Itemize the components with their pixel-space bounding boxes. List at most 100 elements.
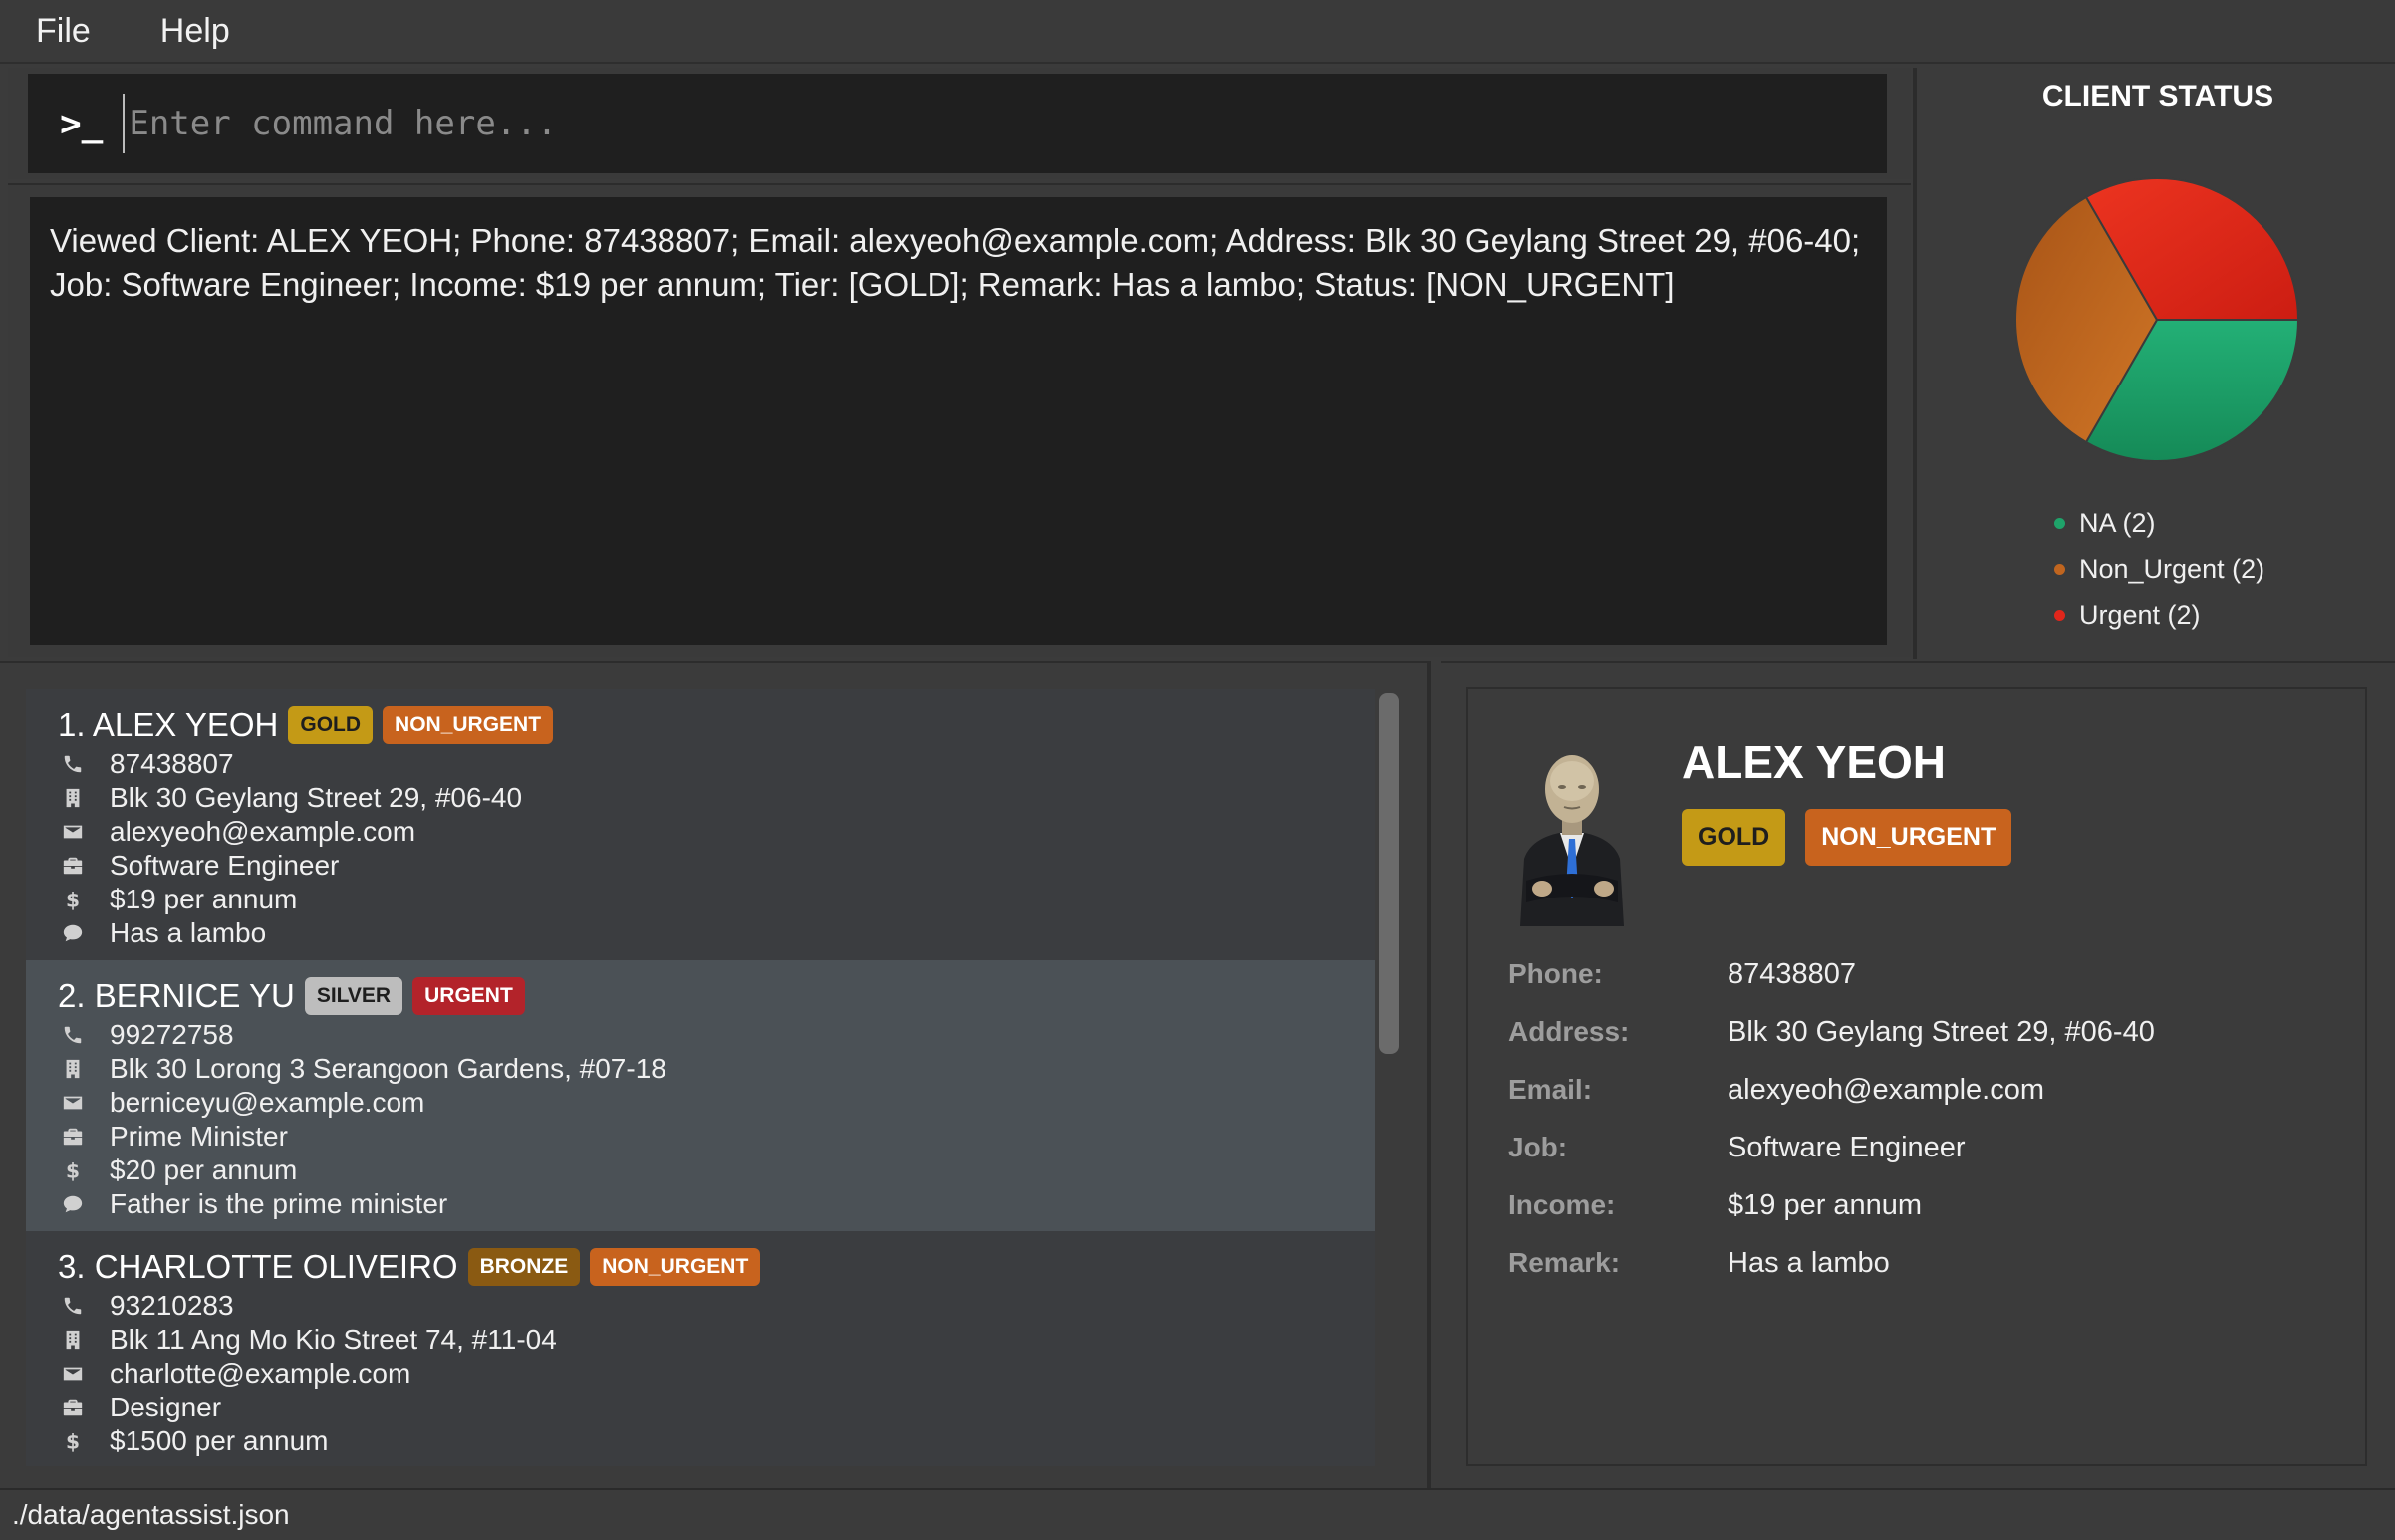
- legend-dot-na: [2054, 517, 2065, 529]
- client-list-panel: 1. ALEX YEOH GOLD NON_URGENT 87438807 Bl…: [0, 661, 1431, 1488]
- tier-badge: SILVER: [304, 977, 403, 1015]
- briefcase-icon: [62, 1126, 84, 1148]
- detail-value-remark: Has a lambo: [1728, 1246, 1890, 1279]
- job-text: Prime Minister: [110, 1121, 288, 1152]
- detail-value-phone: 87438807: [1728, 957, 1857, 990]
- phone-text: 99272758: [110, 1019, 234, 1050]
- client-status-panel: CLIENT STATUS NA (2) Non_Urgent (2) Urge…: [1913, 68, 2395, 659]
- income-text: $19 per annum: [110, 884, 298, 914]
- status-badge: URGENT: [412, 977, 525, 1015]
- dollar-icon: [62, 1159, 84, 1181]
- income-text: $1500 per annum: [110, 1425, 329, 1456]
- client-income: $20 per annum: [58, 1154, 1343, 1187]
- detail-label-income: Income:: [1508, 1189, 1616, 1220]
- menu-help[interactable]: Help: [144, 6, 246, 57]
- comment-icon: [62, 1464, 84, 1466]
- client-income: $1500 per annum: [58, 1424, 1343, 1458]
- status-bar: ./data/agentassist.json: [0, 1488, 2395, 1540]
- terminal-prompt-icon: >_: [60, 103, 104, 144]
- job-text: Software Engineer: [110, 850, 340, 881]
- phone-icon: [62, 1295, 84, 1317]
- remark-text: Father is the prime minister: [110, 1188, 448, 1219]
- detail-tags: GOLD NON_URGENT: [1682, 809, 2031, 866]
- command-box-container: >_: [8, 68, 1911, 179]
- detail-value-address: Blk 30 Geylang Street 29, #06-40: [1728, 1015, 2155, 1048]
- legend-item-non-urgent: Non_Urgent (2): [2054, 546, 2264, 592]
- client-avatar: [1520, 755, 1624, 926]
- comment-icon: [62, 922, 84, 944]
- income-text: $20 per annum: [110, 1155, 298, 1185]
- client-email: berniceyu@example.com: [58, 1086, 1343, 1120]
- job-text: Designer: [110, 1392, 222, 1422]
- client-job: Prime Minister: [58, 1120, 1343, 1154]
- client-card[interactable]: 3. CHARLOTTE OLIVEIRO BRONZE NON_URGENT …: [26, 1231, 1375, 1466]
- legend-item-urgent: Urgent (2): [2054, 592, 2264, 638]
- status-badge: NON_URGENT: [590, 1248, 761, 1286]
- detail-value-income: $19 per annum: [1728, 1188, 1923, 1221]
- menu-bar: File Help: [0, 0, 2395, 64]
- client-address: Blk 30 Geylang Street 29, #06-40: [58, 781, 1343, 815]
- result-line-2: Job: Software Engineer; Income: $19 per …: [50, 266, 1675, 303]
- phone-text: 87438807: [110, 748, 234, 779]
- detail-label-address: Address:: [1508, 1016, 1630, 1047]
- client-card[interactable]: 2. BERNICE YU SILVER URGENT 99272758 Blk…: [26, 960, 1375, 1231]
- detail-row-phone: Phone: 87438807: [1508, 954, 1856, 994]
- phone-text: 93210283: [110, 1290, 234, 1321]
- building-icon: [62, 1329, 84, 1351]
- client-detail-panel: ALEX YEOH GOLD NON_URGENT Phone: 8743880…: [1441, 661, 2395, 1488]
- detail-label-remark: Remark:: [1508, 1247, 1621, 1278]
- client-remark: Father is the prime minister: [58, 1187, 1343, 1221]
- client-detail-card: ALEX YEOH GOLD NON_URGENT Phone: 8743880…: [1466, 687, 2367, 1466]
- client-status-legend: NA (2) Non_Urgent (2) Urgent (2): [2054, 500, 2264, 638]
- result-display: Viewed Client: ALEX YEOH; Phone: 8743880…: [30, 197, 1887, 645]
- building-icon: [62, 787, 84, 809]
- detail-value-job: Software Engineer: [1728, 1131, 1966, 1163]
- detail-row-income: Income: $19 per annum: [1508, 1185, 1922, 1225]
- client-remark: [58, 1458, 1343, 1466]
- address-text: Blk 30 Geylang Street 29, #06-40: [110, 782, 523, 813]
- client-job: Software Engineer: [58, 849, 1343, 883]
- briefcase-icon: [62, 1397, 84, 1418]
- menu-file[interactable]: File: [20, 6, 107, 57]
- client-address: Blk 11 Ang Mo Kio Street 74, #11-04: [58, 1323, 1343, 1357]
- mail-icon: [62, 821, 84, 843]
- client-job: Designer: [58, 1391, 1343, 1424]
- detail-row-email: Email: alexyeoh@example.com: [1508, 1070, 2044, 1110]
- detail-row-address: Address: Blk 30 Geylang Street 29, #06-4…: [1508, 1012, 2155, 1052]
- detail-row-job: Job: Software Engineer: [1508, 1128, 1966, 1167]
- result-line-1: Viewed Client: ALEX YEOH; Phone: 8743880…: [50, 222, 1861, 259]
- detail-label-phone: Phone:: [1508, 958, 1603, 989]
- client-list-scrollbar[interactable]: [1379, 693, 1399, 1054]
- client-status-title: CLIENT STATUS: [2041, 80, 2274, 113]
- mail-icon: [62, 1363, 84, 1385]
- email-text: alexyeoh@example.com: [110, 816, 416, 847]
- detail-label-email: Email:: [1508, 1074, 1593, 1105]
- client-income: $19 per annum: [58, 883, 1343, 916]
- detail-label-job: Job:: [1508, 1132, 1568, 1162]
- tier-badge: BRONZE: [467, 1248, 581, 1286]
- detail-tier-badge: GOLD: [1682, 809, 1786, 866]
- email-text: charlotte@example.com: [110, 1358, 411, 1389]
- client-address: Blk 30 Lorong 3 Serangoon Gardens, #07-1…: [58, 1052, 1343, 1086]
- legend-item-na: NA (2): [2054, 500, 2264, 546]
- client-card[interactable]: 1. ALEX YEOH GOLD NON_URGENT 87438807 Bl…: [26, 689, 1375, 960]
- comment-icon: [62, 1193, 84, 1215]
- legend-label-non-urgent: Non_Urgent (2): [2079, 553, 2265, 584]
- client-email: charlotte@example.com: [58, 1357, 1343, 1391]
- client-phone: 87438807: [58, 747, 1343, 781]
- remark-text: Has a lambo: [110, 917, 267, 948]
- data-file-path: ./data/agentassist.json: [12, 1499, 290, 1530]
- client-list[interactable]: 1. ALEX YEOH GOLD NON_URGENT 87438807 Bl…: [26, 689, 1375, 1466]
- detail-status-badge: NON_URGENT: [1805, 809, 2012, 866]
- address-text: Blk 30 Lorong 3 Serangoon Gardens, #07-1…: [110, 1053, 666, 1084]
- detail-value-email: alexyeoh@example.com: [1728, 1073, 2044, 1106]
- client-email: alexyeoh@example.com: [58, 815, 1343, 849]
- command-input[interactable]: [123, 94, 1887, 153]
- legend-dot-urgent: [2054, 609, 2065, 621]
- detail-row-remark: Remark: Has a lambo: [1508, 1243, 1890, 1283]
- client-name: 1. ALEX YEOH: [58, 706, 279, 743]
- client-phone: 93210283: [58, 1289, 1343, 1323]
- command-box: >_: [28, 74, 1887, 173]
- briefcase-icon: [62, 855, 84, 877]
- dollar-icon: [62, 1430, 84, 1452]
